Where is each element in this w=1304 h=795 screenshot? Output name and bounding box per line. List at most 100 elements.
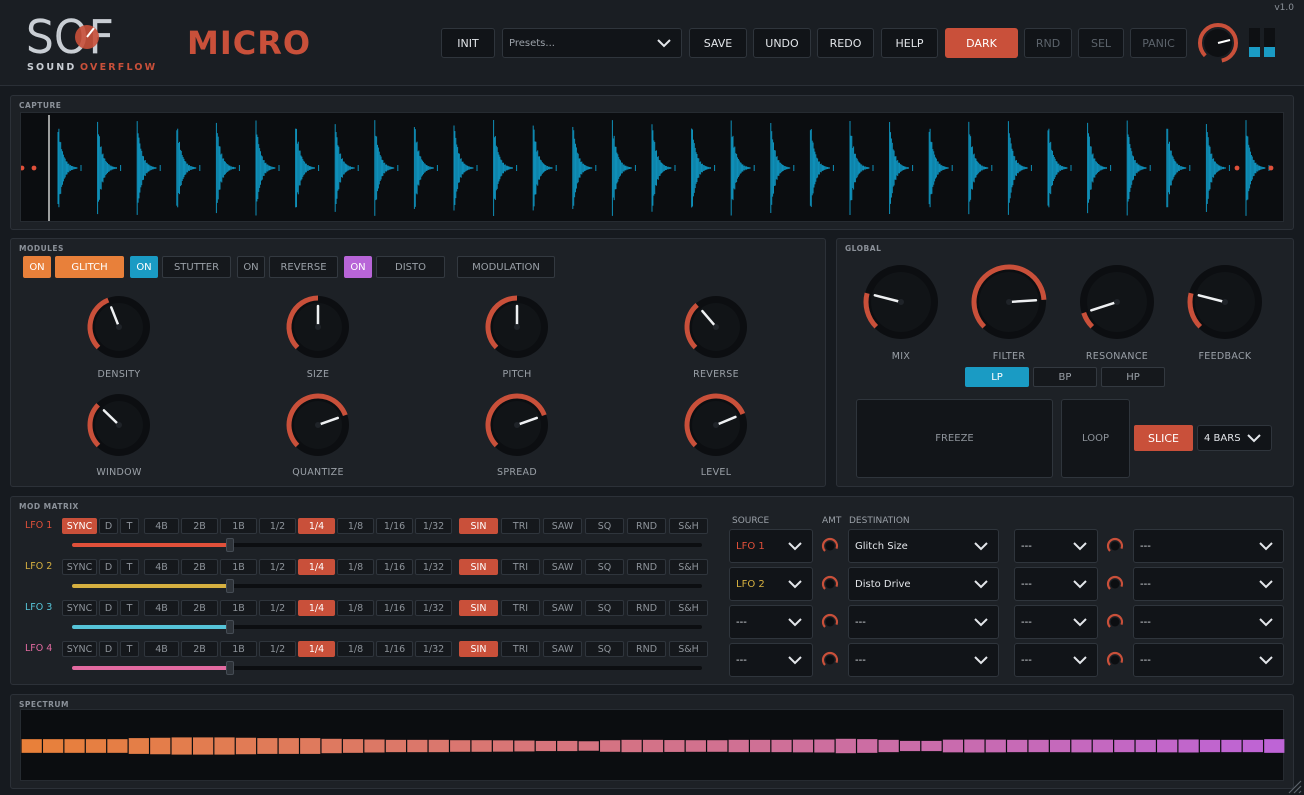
lfo-shape-button[interactable]: SAW: [543, 518, 582, 534]
module-knob-quantize[interactable]: [281, 388, 355, 462]
lfo-shape-button[interactable]: RND: [627, 600, 666, 616]
module-knob-spread[interactable]: [480, 388, 554, 462]
lfo-shape-button[interactable]: SIN: [459, 518, 498, 534]
tab-modulation[interactable]: MODULATION: [457, 256, 555, 278]
lfo-amount-thumb[interactable]: [226, 620, 234, 634]
mod-destination2-dropdown[interactable]: ---: [1133, 605, 1284, 639]
dark-theme-button[interactable]: DARK: [945, 28, 1018, 58]
module-knob-reverse[interactable]: [679, 290, 753, 364]
help-button[interactable]: HELP: [881, 28, 938, 58]
redo-button[interactable]: REDO: [817, 28, 874, 58]
lfo-rate-button[interactable]: T: [120, 518, 139, 534]
lfo-rate-button[interactable]: 1/4: [298, 559, 335, 575]
lfo-rate-button[interactable]: 1/32: [415, 559, 452, 575]
panic-button[interactable]: PANIC: [1130, 28, 1187, 58]
lfo-shape-button[interactable]: SQ: [585, 641, 624, 657]
lfo-rate-button[interactable]: 1/8: [337, 600, 374, 616]
lfo-rate-button[interactable]: T: [120, 559, 139, 575]
global-knob-filter[interactable]: [966, 259, 1052, 345]
lfo-rate-button[interactable]: D: [99, 559, 118, 575]
lfo-rate-button[interactable]: 4B: [144, 559, 179, 575]
amount-knob[interactable]: [821, 651, 839, 669]
lfo-amount-thumb[interactable]: [226, 661, 234, 675]
lfo-amount-thumb[interactable]: [226, 579, 234, 593]
lfo-shape-button[interactable]: SQ: [585, 518, 624, 534]
presets-dropdown[interactable]: Presets...: [502, 28, 682, 58]
lfo-rate-button[interactable]: 2B: [181, 518, 218, 534]
reverse-on-toggle[interactable]: ON: [237, 256, 265, 278]
lfo-rate-button[interactable]: 1/8: [337, 559, 374, 575]
lfo-rate-button[interactable]: 1B: [220, 641, 257, 657]
lfo-rate-button[interactable]: 1/2: [259, 559, 296, 575]
lfo-rate-button[interactable]: 2B: [181, 641, 218, 657]
amount-knob[interactable]: [821, 537, 839, 555]
lfo-rate-button[interactable]: 1/2: [259, 600, 296, 616]
module-knob-window[interactable]: [82, 388, 156, 462]
lfo-shape-button[interactable]: S&H: [669, 559, 708, 575]
mod-destination-dropdown[interactable]: ---: [848, 605, 999, 639]
amount-knob[interactable]: [1106, 651, 1124, 669]
lfo-shape-button[interactable]: RND: [627, 559, 666, 575]
lfo-rate-button[interactable]: 2B: [181, 559, 218, 575]
lfo-rate-button[interactable]: 1B: [220, 600, 257, 616]
lfo-rate-button[interactable]: SYNC: [62, 600, 97, 616]
init-button[interactable]: INIT: [441, 28, 495, 58]
amount-knob[interactable]: [1106, 613, 1124, 631]
lfo-rate-button[interactable]: 1/2: [259, 518, 296, 534]
lfo-rate-button[interactable]: 1/2: [259, 641, 296, 657]
amount-knob[interactable]: [821, 613, 839, 631]
lfo-shape-button[interactable]: SIN: [459, 641, 498, 657]
lfo-shape-button[interactable]: S&H: [669, 600, 708, 616]
module-knob-pitch[interactable]: [480, 290, 554, 364]
mod-source-dropdown[interactable]: ---: [729, 605, 813, 639]
lfo-rate-button[interactable]: SYNC: [62, 641, 97, 657]
lfo-rate-button[interactable]: SYNC: [62, 518, 97, 534]
freeze-pad[interactable]: FREEZE: [856, 399, 1053, 478]
lfo-shape-button[interactable]: SQ: [585, 600, 624, 616]
resize-grip-icon[interactable]: [1284, 776, 1302, 794]
lfo-amount-slider[interactable]: [72, 620, 702, 634]
lfo-rate-button[interactable]: 1/16: [376, 600, 413, 616]
disto-on-toggle[interactable]: ON: [344, 256, 372, 278]
module-knob-level[interactable]: [679, 388, 753, 462]
lfo-shape-button[interactable]: SAW: [543, 600, 582, 616]
amount-knob[interactable]: [1106, 575, 1124, 593]
lfo-rate-button[interactable]: D: [99, 518, 118, 534]
mod-source2-dropdown[interactable]: ---: [1014, 643, 1098, 677]
amount-knob[interactable]: [1106, 537, 1124, 555]
lfo-rate-button[interactable]: 1/8: [337, 518, 374, 534]
lfo-shape-button[interactable]: TRI: [501, 600, 540, 616]
mod-destination2-dropdown[interactable]: ---: [1133, 567, 1284, 601]
lfo-rate-button[interactable]: 1/4: [298, 600, 335, 616]
mod-source2-dropdown[interactable]: ---: [1014, 529, 1098, 563]
save-button[interactable]: SAVE: [689, 28, 747, 58]
lfo-rate-button[interactable]: 1/4: [298, 518, 335, 534]
lfo-shape-button[interactable]: SQ: [585, 559, 624, 575]
lfo-shape-button[interactable]: RND: [627, 518, 666, 534]
bars-dropdown[interactable]: 4 BARS: [1197, 425, 1272, 451]
lfo-shape-button[interactable]: TRI: [501, 559, 540, 575]
lfo-rate-button[interactable]: 2B: [181, 600, 218, 616]
mod-source2-dropdown[interactable]: ---: [1014, 605, 1098, 639]
lfo-shape-button[interactable]: SIN: [459, 559, 498, 575]
module-knob-density[interactable]: [82, 290, 156, 364]
stutter-on-toggle[interactable]: ON: [130, 256, 158, 278]
capture-waveform[interactable]: [20, 112, 1284, 222]
lfo-shape-button[interactable]: TRI: [501, 641, 540, 657]
tab-glitch[interactable]: GLITCH: [55, 256, 124, 278]
slice-button[interactable]: SLICE: [1134, 425, 1193, 451]
mod-destination-dropdown[interactable]: Disto Drive: [848, 567, 999, 601]
lfo-shape-button[interactable]: S&H: [669, 518, 708, 534]
lfo-rate-button[interactable]: 1/8: [337, 641, 374, 657]
tab-stutter[interactable]: STUTTER: [162, 256, 231, 278]
lfo-rate-button[interactable]: SYNC: [62, 559, 97, 575]
output-gain-knob[interactable]: [1197, 22, 1239, 64]
lfo-rate-button[interactable]: 4B: [144, 600, 179, 616]
lfo-rate-button[interactable]: D: [99, 600, 118, 616]
lfo-shape-button[interactable]: TRI: [501, 518, 540, 534]
tab-reverse[interactable]: REVERSE: [269, 256, 338, 278]
lfo-rate-button[interactable]: D: [99, 641, 118, 657]
lfo-rate-button[interactable]: 1/32: [415, 600, 452, 616]
lfo-rate-button[interactable]: 1/16: [376, 518, 413, 534]
lfo-rate-button[interactable]: 1/32: [415, 518, 452, 534]
